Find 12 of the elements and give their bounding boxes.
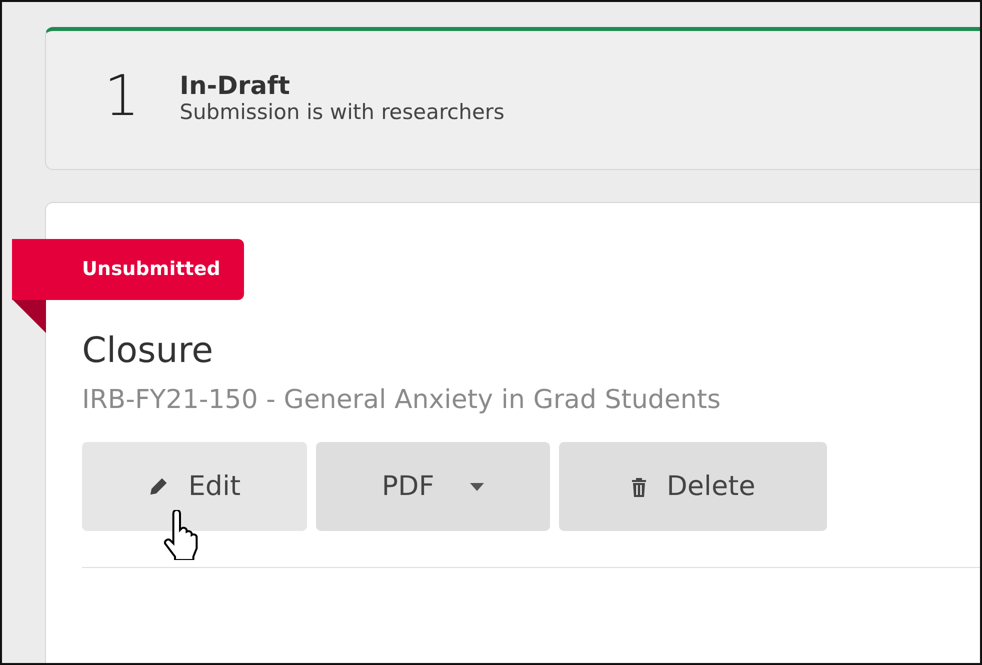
status-subtitle: Submission is with researchers xyxy=(180,100,504,124)
status-badge: Unsubmitted xyxy=(12,239,244,300)
caret-icon xyxy=(470,482,484,490)
submission-subtitle: IRB-FY21-150 - General Anxiety in Grad Students xyxy=(82,385,722,415)
count: 1 xyxy=(104,69,140,125)
delete-button[interactable]: Delete xyxy=(559,442,827,531)
status-title: In-Draft xyxy=(180,70,291,100)
pencil-icon xyxy=(148,476,168,496)
submission-title: Closure xyxy=(82,331,214,371)
trash-icon xyxy=(630,476,647,496)
dropdown-button[interactable]: PDF xyxy=(316,442,550,531)
ribbon-fold xyxy=(13,300,46,333)
